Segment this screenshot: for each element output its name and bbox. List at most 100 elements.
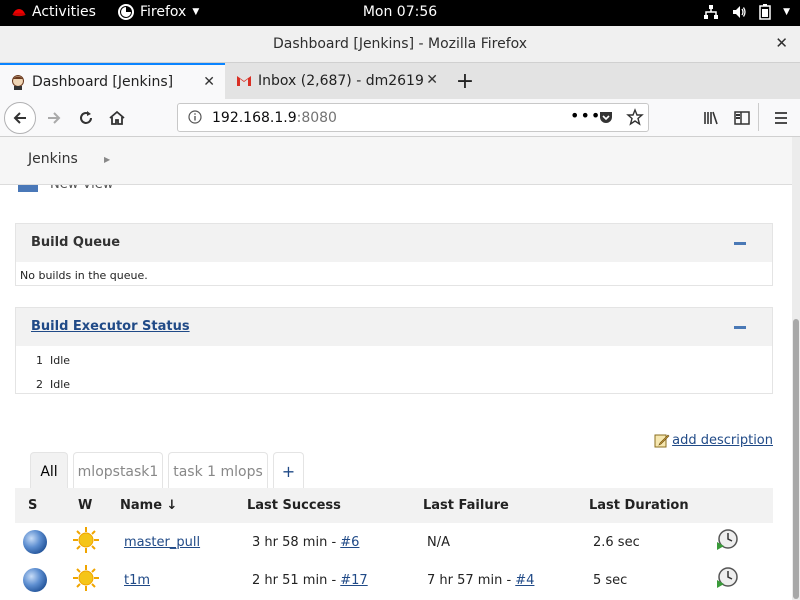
table-row: t1m 2 hr 51 min - #17 7 hr 57 min - #4 5… bbox=[15, 561, 773, 599]
add-description-link[interactable]: add description bbox=[672, 433, 773, 448]
add-description[interactable]: add description bbox=[654, 432, 773, 448]
last-duration-text: 2.6 sec bbox=[593, 534, 640, 550]
scrollbar-thumb[interactable] bbox=[793, 319, 799, 599]
home-icon bbox=[109, 110, 125, 125]
gnome-top-bar: Activities Firefox ▼ Mon 07:56 ▼ bbox=[0, 0, 800, 26]
executor-status: Idle bbox=[50, 354, 71, 367]
build-link[interactable]: #6 bbox=[340, 535, 359, 550]
system-tray[interactable]: ▼ bbox=[703, 4, 790, 20]
executor-number: 1 bbox=[36, 354, 43, 367]
library-button[interactable] bbox=[697, 104, 725, 132]
window-title: Dashboard [Jenkins] - Mozilla Firefox bbox=[272, 36, 528, 52]
tab-all[interactable]: All bbox=[30, 452, 68, 490]
weather-sunny-icon[interactable] bbox=[72, 564, 100, 592]
last-failure-text: 7 hr 57 min - bbox=[427, 572, 516, 588]
collapse-icon[interactable] bbox=[734, 242, 746, 245]
tab-label: Inbox (2,687) - dm261999 bbox=[258, 73, 423, 89]
build-queue-empty-text: No builds in the queue. bbox=[20, 269, 148, 282]
arrow-left-icon bbox=[13, 112, 26, 124]
breadcrumb-arrow-icon[interactable]: ▶ bbox=[104, 155, 110, 164]
browser-tab-bar: Dashboard [Jenkins] ✕ Inbox (2,687) - dm… bbox=[0, 63, 800, 99]
status-ball-blue-icon[interactable] bbox=[23, 568, 47, 592]
bookmark-star-icon[interactable] bbox=[626, 108, 644, 126]
schedule-build-icon[interactable] bbox=[715, 528, 739, 552]
page-content: New View Build Queue No builds in the qu… bbox=[0, 137, 792, 600]
breadcrumb: Jenkins ▶ bbox=[0, 137, 792, 185]
build-queue-panel: Build Queue No builds in the queue. bbox=[15, 223, 773, 286]
close-tab-icon[interactable]: ✕ bbox=[203, 74, 215, 90]
collapse-icon[interactable] bbox=[734, 326, 746, 329]
executor-row: 1 Idle bbox=[16, 348, 772, 372]
tab-mlopstask1[interactable]: mlopstask1 bbox=[73, 452, 163, 490]
col-name[interactable]: Name ↓ bbox=[120, 488, 247, 523]
volume-icon[interactable] bbox=[731, 4, 747, 20]
new-tab-button[interactable]: + bbox=[452, 67, 478, 95]
col-status[interactable]: S bbox=[15, 488, 72, 523]
close-tab-icon[interactable]: ✕ bbox=[426, 72, 438, 88]
jenkins-icon bbox=[10, 74, 26, 90]
edit-note-icon bbox=[654, 434, 670, 448]
tab-gmail-inbox[interactable]: Inbox (2,687) - dm261999 ✕ bbox=[226, 63, 448, 99]
navigation-toolbar: 192.168.1.9:8080 ••• bbox=[0, 99, 800, 137]
sidebar-toggle-button[interactable] bbox=[728, 104, 756, 132]
url-text[interactable]: 192.168.1.9:8080 bbox=[212, 110, 337, 126]
job-link[interactable]: t1m bbox=[124, 573, 150, 588]
hamburger-menu-icon bbox=[775, 112, 787, 124]
library-icon bbox=[704, 111, 718, 125]
build-executor-panel: Build Executor Status 1 Idle 2 Idle bbox=[15, 307, 773, 394]
reload-icon bbox=[80, 111, 92, 124]
job-link[interactable]: master_pull bbox=[124, 535, 200, 550]
gmail-icon bbox=[236, 73, 252, 89]
build-queue-header: Build Queue bbox=[16, 224, 772, 262]
app-menu-firefox[interactable]: Firefox ▼ bbox=[118, 4, 199, 20]
schedule-build-icon[interactable] bbox=[715, 566, 739, 590]
last-success-text: 3 hr 58 min - bbox=[252, 534, 341, 550]
sidebar-icon bbox=[734, 111, 750, 125]
window-titlebar: Dashboard [Jenkins] - Mozilla Firefox ✕ bbox=[0, 26, 800, 63]
tab-jenkins-dashboard[interactable]: Dashboard [Jenkins] ✕ bbox=[0, 63, 225, 99]
col-last-duration[interactable]: Last Duration bbox=[589, 488, 715, 523]
table-header-row: S W Name ↓ Last Success Last Failure Las… bbox=[15, 488, 773, 523]
tab-label: Dashboard [Jenkins] bbox=[32, 74, 174, 90]
col-last-success[interactable]: Last Success bbox=[247, 488, 423, 523]
window-close-icon[interactable]: ✕ bbox=[775, 34, 788, 52]
col-last-failure[interactable]: Last Failure bbox=[423, 488, 589, 523]
table-row: master_pull 3 hr 58 min - #6 N/A 2.6 sec bbox=[15, 523, 773, 561]
build-link[interactable]: #17 bbox=[340, 573, 367, 588]
forward-button[interactable] bbox=[40, 104, 68, 132]
page-actions-icon[interactable]: ••• bbox=[570, 106, 601, 125]
executor-status: Idle bbox=[50, 378, 71, 391]
pocket-icon[interactable] bbox=[598, 110, 614, 126]
activities-button[interactable]: Activities bbox=[12, 4, 96, 20]
home-button[interactable] bbox=[103, 104, 131, 132]
redhat-icon bbox=[12, 9, 26, 17]
clock[interactable]: Mon 07:56 bbox=[363, 4, 437, 20]
add-view-tab[interactable]: + bbox=[273, 452, 304, 490]
firefox-app-icon bbox=[118, 4, 134, 20]
breadcrumb-jenkins[interactable]: Jenkins bbox=[28, 151, 78, 167]
battery-icon[interactable] bbox=[759, 4, 771, 20]
jobs-table: S W Name ↓ Last Success Last Failure Las… bbox=[15, 488, 773, 599]
col-weather[interactable]: W bbox=[72, 488, 120, 523]
executor-number: 2 bbox=[36, 378, 43, 391]
last-failure-text: N/A bbox=[427, 534, 450, 550]
executor-row: 2 Idle bbox=[16, 372, 772, 396]
status-ball-blue-icon[interactable] bbox=[23, 530, 47, 554]
page-scrollbar[interactable] bbox=[792, 137, 800, 600]
back-button[interactable] bbox=[4, 102, 36, 134]
system-menu-chevron-icon[interactable]: ▼ bbox=[783, 7, 790, 17]
build-executor-status-link[interactable]: Build Executor Status bbox=[31, 319, 190, 334]
reload-button[interactable] bbox=[72, 104, 100, 132]
plus-icon: + bbox=[455, 68, 475, 94]
open-menu-button[interactable] bbox=[767, 104, 795, 132]
info-icon[interactable] bbox=[188, 110, 202, 124]
network-icon[interactable] bbox=[703, 4, 719, 20]
tab-task-1-mlops[interactable]: task 1 mlops bbox=[168, 452, 268, 490]
url-bar[interactable]: 192.168.1.9:8080 ••• bbox=[177, 103, 649, 132]
build-queue-title: Build Queue bbox=[31, 235, 121, 250]
weather-sunny-icon[interactable] bbox=[72, 526, 100, 554]
url-host: 192.168.1.9 bbox=[212, 110, 297, 126]
last-duration-text: 5 sec bbox=[593, 572, 628, 588]
build-link[interactable]: #4 bbox=[515, 573, 534, 588]
app-menu-label: Firefox bbox=[140, 4, 187, 20]
